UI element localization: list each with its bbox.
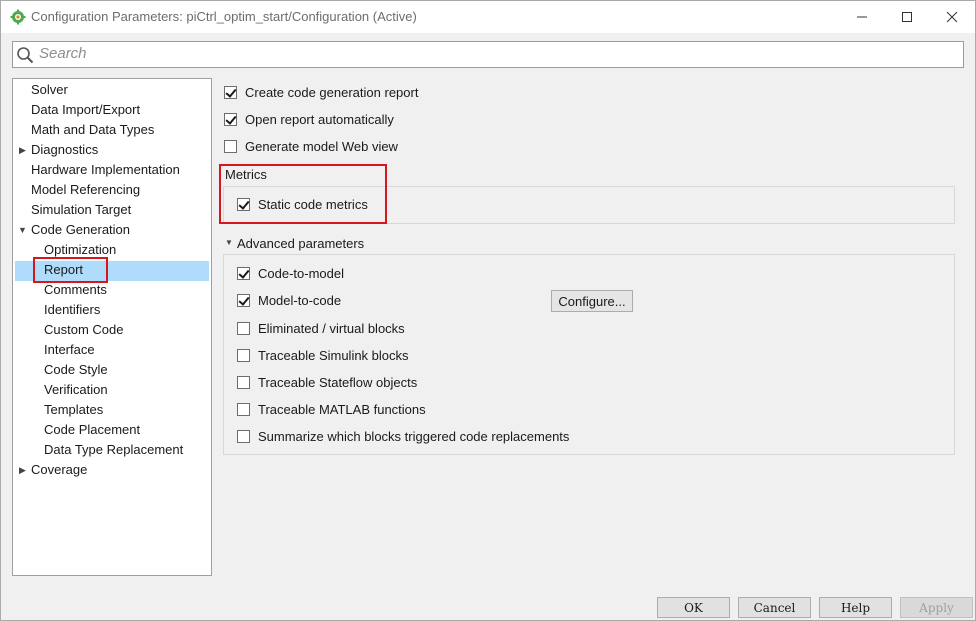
eliminated-blocks-label: Eliminated / virtual blocks: [258, 320, 405, 336]
traceable-matlab-checkbox[interactable]: [237, 402, 250, 416]
search-bar: [12, 41, 964, 68]
open-report-checkbox-row[interactable]: Open report automatically: [224, 109, 394, 129]
simulink-gear-icon: [10, 9, 26, 25]
traceable-simulink-checkbox[interactable]: [237, 348, 250, 362]
traceable-stateflow-checkbox-row[interactable]: Traceable Stateflow objects: [237, 372, 417, 392]
model-to-code-checkbox[interactable]: [237, 293, 250, 307]
code-to-model-label: Code-to-model: [258, 265, 344, 281]
tree-item-math-and-data-types[interactable]: Math and Data Types: [31, 120, 154, 140]
tree-item-identifiers[interactable]: Identifiers: [44, 300, 100, 320]
metrics-highlight-box: [219, 164, 387, 224]
traceable-matlab-label: Traceable MATLAB functions: [258, 401, 426, 417]
advanced-collapse-icon[interactable]: ▼: [225, 233, 233, 253]
ok-button[interactable]: OK: [657, 597, 730, 618]
summarize-blocks-checkbox[interactable]: [237, 429, 250, 443]
tree-item-templates[interactable]: Templates: [44, 400, 103, 420]
tree-item-solver[interactable]: Solver: [31, 80, 68, 100]
tree-item-data-import-export[interactable]: Data Import/Export: [31, 100, 140, 120]
search-icon: [17, 47, 34, 64]
eliminated-blocks-checkbox[interactable]: [237, 321, 250, 335]
report-settings-pane: Create code generation report Open repor…: [213, 78, 973, 578]
configuration-parameters-window: Configuration Parameters: piCtrl_optim_s…: [0, 0, 976, 621]
search-input[interactable]: [39, 43, 939, 64]
configure-button[interactable]: Configure...: [551, 290, 633, 312]
cancel-button[interactable]: Cancel: [738, 597, 811, 618]
tree-item-comments[interactable]: Comments: [44, 280, 107, 300]
eliminated-blocks-checkbox-row[interactable]: Eliminated / virtual blocks: [237, 318, 405, 338]
summarize-blocks-label: Summarize which blocks triggered code re…: [258, 428, 570, 444]
apply-button[interactable]: Apply: [900, 597, 973, 618]
tree-item-custom-code[interactable]: Custom Code: [44, 320, 123, 340]
help-button[interactable]: Help: [819, 597, 892, 618]
minimize-icon: [857, 16, 867, 18]
model-to-code-checkbox-row[interactable]: Model-to-code: [237, 290, 341, 310]
model-to-code-label: Model-to-code: [258, 292, 342, 308]
tree-item-coverage[interactable]: Coverage: [31, 460, 87, 480]
maximize-icon: [902, 12, 912, 22]
summarize-blocks-checkbox-row[interactable]: Summarize which blocks triggered code re…: [237, 426, 569, 446]
window-title: Configuration Parameters: piCtrl_optim_s…: [31, 9, 417, 24]
traceable-simulink-checkbox-row[interactable]: Traceable Simulink blocks: [237, 345, 409, 365]
expand-arrow-icon[interactable]: ▶: [19, 140, 26, 160]
open-report-checkbox[interactable]: [224, 112, 237, 126]
tree-item-code-style[interactable]: Code Style: [44, 360, 108, 380]
advanced-parameters-label[interactable]: Advanced parameters: [237, 236, 364, 251]
tree-item-hardware-implementation[interactable]: Hardware Implementation: [31, 160, 180, 180]
traceable-matlab-checkbox-row[interactable]: Traceable MATLAB functions: [237, 399, 426, 419]
tree-item-code-placement[interactable]: Code Placement: [44, 420, 140, 440]
traceable-stateflow-checkbox[interactable]: [237, 375, 250, 389]
title-bar: Configuration Parameters: piCtrl_optim_s…: [1, 1, 975, 33]
tree-item-model-referencing[interactable]: Model Referencing: [31, 180, 140, 200]
collapse-arrow-icon[interactable]: ▼: [18, 220, 27, 240]
web-view-checkbox-row[interactable]: Generate model Web view: [224, 136, 398, 156]
maximize-button[interactable]: [884, 1, 930, 33]
tree-item-data-type-replacement[interactable]: Data Type Replacement: [44, 440, 183, 460]
create-report-label: Create code generation report: [245, 84, 419, 100]
close-icon: [946, 11, 958, 23]
tree-item-diagnostics[interactable]: Diagnostics: [31, 140, 98, 160]
create-report-checkbox[interactable]: [224, 85, 237, 99]
web-view-checkbox[interactable]: [224, 139, 237, 153]
open-report-label: Open report automatically: [245, 111, 394, 127]
traceable-stateflow-label: Traceable Stateflow objects: [258, 374, 418, 390]
traceable-simulink-label: Traceable Simulink blocks: [258, 347, 409, 363]
tree-item-verification[interactable]: Verification: [44, 380, 108, 400]
minimize-button[interactable]: [839, 1, 885, 33]
tree-item-code-generation[interactable]: Code Generation: [31, 220, 130, 240]
create-report-checkbox-row[interactable]: Create code generation report: [224, 82, 418, 102]
web-view-label: Generate model Web view: [245, 138, 398, 154]
category-tree: Solver Data Import/Export Math and Data …: [12, 78, 212, 576]
code-to-model-checkbox[interactable]: [237, 266, 250, 280]
tree-item-simulation-target[interactable]: Simulation Target: [31, 200, 131, 220]
tree-item-interface[interactable]: Interface: [44, 340, 95, 360]
code-to-model-checkbox-row[interactable]: Code-to-model: [237, 263, 344, 283]
expand-arrow-icon[interactable]: ▶: [19, 460, 26, 480]
close-button[interactable]: [929, 1, 975, 33]
